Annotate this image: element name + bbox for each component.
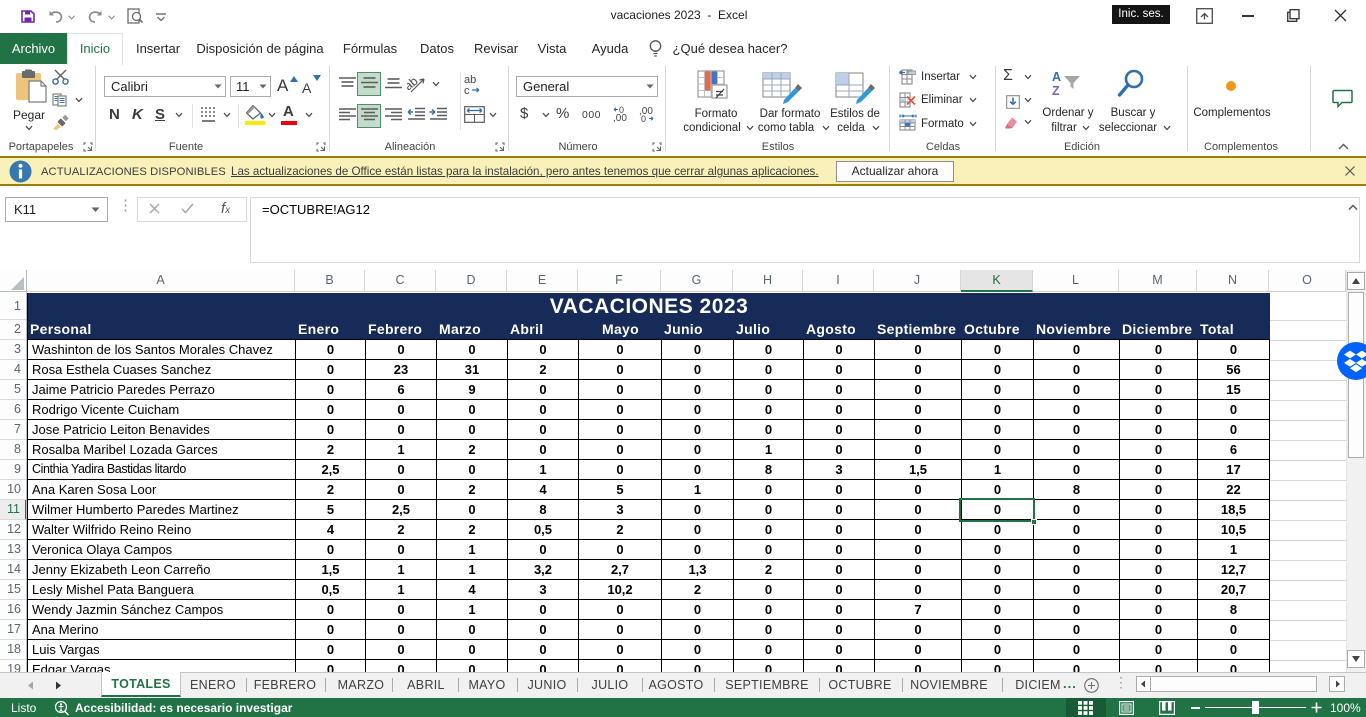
svg-text:ab: ab bbox=[407, 74, 421, 94]
svg-text:A: A bbox=[1052, 70, 1061, 84]
svg-text:c: c bbox=[464, 85, 470, 95]
svg-text:Z: Z bbox=[1052, 84, 1060, 98]
